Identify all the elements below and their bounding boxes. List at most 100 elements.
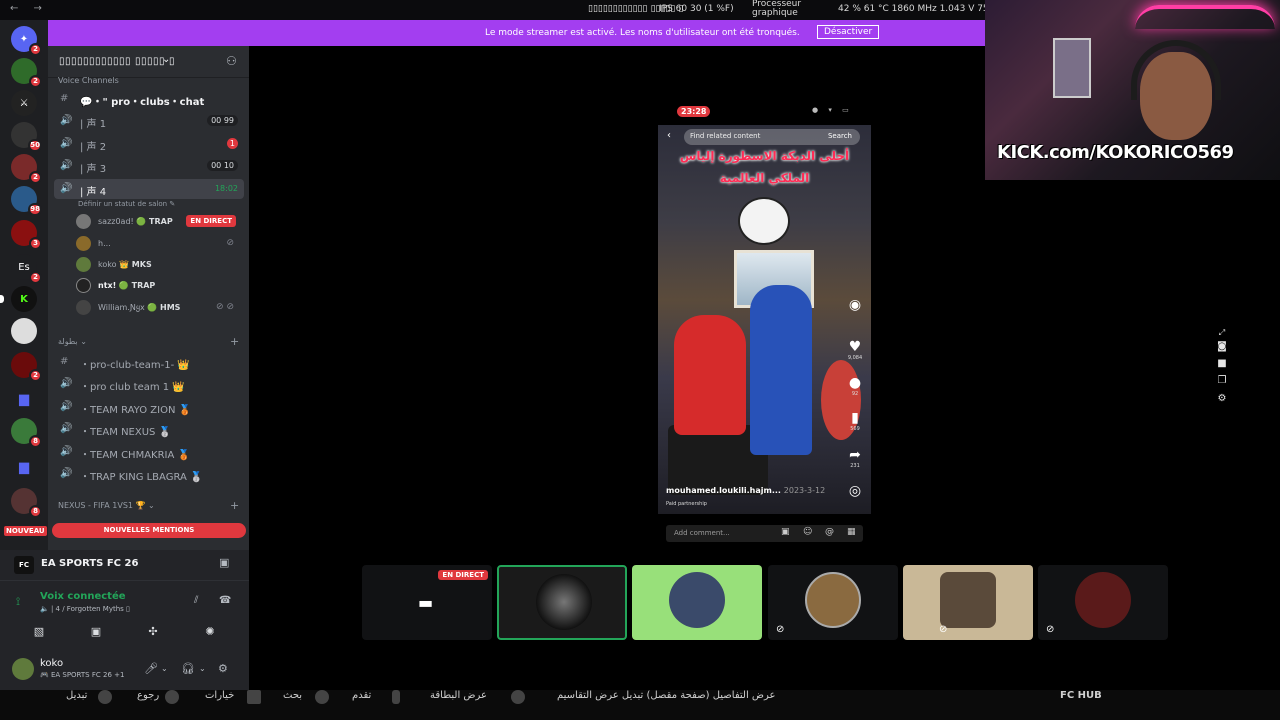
music-disc-icon[interactable]: ◎ <box>845 483 865 499</box>
headset-icon[interactable]: 🎧︎ <box>181 662 195 675</box>
new-mentions-button[interactable]: NOUVELLES MENTIONS <box>52 523 246 538</box>
profile-avatar-button[interactable]: ◉ <box>845 297 865 313</box>
server-icon[interactable]: Es 2 <box>11 254 42 284</box>
selected-indicator <box>0 295 4 303</box>
emoji-icon[interactable]: ☺ <box>803 527 812 537</box>
category-nexus[interactable]: NEXUS - FIFA 1VS1 🏆 ⌄ <box>58 501 155 510</box>
chevron-down-icon[interactable]: ⌄ <box>199 664 206 673</box>
voice-team-nexus[interactable]: 🔊 ・TEAM NEXUS 🥈 <box>54 419 244 439</box>
server-header[interactable]: ▯▯▯▯▯▯▯▯▯▯▯▯ ▯▯▯▯▯ ▯ ⌄ ⚇ <box>48 46 249 78</box>
badge: 2 <box>29 369 42 382</box>
popout-icon[interactable]: ⤢ <box>1214 328 1230 338</box>
avatar <box>76 214 91 229</box>
add-channel-icon[interactable]: + <box>230 499 239 512</box>
participant-tile[interactable]: EN DIRECT ▬ <box>362 565 492 640</box>
screen-share-button[interactable]: ▣ <box>71 621 121 643</box>
category-arabic[interactable]: بطولة ⌄ <box>58 337 87 346</box>
voice-team-chmakria[interactable]: 🔊 ・TEAM CHMAKRIA 🥉 <box>54 442 244 462</box>
fullscreen-icon[interactable]: ❐ <box>1214 375 1230 386</box>
add-member-icon[interactable]: ⚇ <box>226 54 237 68</box>
member-name-text: ntx! <box>98 281 117 290</box>
participant-tile[interactable]: ⊘ <box>768 565 898 640</box>
screenshot-icon[interactable]: ◙ <box>1214 341 1230 352</box>
server-icon[interactable]: 2 <box>11 58 42 88</box>
voice-channel-3[interactable]: 🔊 | 声 3 00 10 <box>54 156 244 176</box>
server-icon[interactable] <box>11 318 37 344</box>
voice-member[interactable]: ntx! 🟢 TRAP <box>74 276 244 296</box>
back-arrow-icon[interactable]: ‹ <box>667 130 671 141</box>
save-button[interactable]: ▮ 569 <box>845 410 865 432</box>
participant-tile[interactable] <box>632 565 762 640</box>
avatar[interactable] <box>12 658 34 680</box>
activity-settings-icon[interactable]: ▣ <box>219 556 229 569</box>
member-name-text: William.Ɲყx <box>98 303 145 312</box>
gear-icon[interactable]: ⚙ <box>218 662 228 675</box>
server-icon[interactable]: 3 <box>11 220 42 250</box>
soundboard-button[interactable]: ✺ <box>185 621 235 643</box>
noise-suppression-icon[interactable]: ⫽ <box>194 595 198 606</box>
server-icon[interactable]: 50 <box>11 122 42 152</box>
wall-poster <box>1053 38 1091 98</box>
camera-off-button[interactable]: ▧ <box>14 621 64 643</box>
set-status-link[interactable]: Définir un statut de salon ✎ <box>78 200 175 208</box>
voice-member[interactable]: William.Ɲყx 🟢 HMS ⊘ ⊘ <box>74 298 244 318</box>
voice-team-rayo-zion[interactable]: 🔊 ・TEAM RAYO ZION 🥉 <box>54 397 244 417</box>
voice-member[interactable]: koko 👑 MKS <box>74 255 244 275</box>
activity-panel[interactable]: FC EA SPORTS FC 26 ▣ <box>0 550 249 580</box>
voice-pro-club-team-1[interactable]: 🔊 ・pro club team 1 👑 <box>54 374 244 394</box>
server-icon[interactable]: 8 <box>11 418 42 448</box>
voice-trap-king-lbagra[interactable]: 🔊 ・TRAP KING LBAGRA 🥈 <box>54 464 244 484</box>
banner-message: Le mode streamer est activé. Les noms d'… <box>485 28 800 38</box>
nav-arrows[interactable]: ← → <box>10 3 48 14</box>
voice-channel-1[interactable]: 🔊 | 声 1 00 99 <box>54 111 244 131</box>
participant-tile-active[interactable] <box>497 565 627 640</box>
channel-label: ・TEAM CHMAKRIA 🥉 <box>80 450 190 461</box>
channel-pro-clubs-chat[interactable]: # 💬・" pro・clubs・chat <box>54 89 244 109</box>
voice-channel-4[interactable]: 🔊 | 声 4 18:02 <box>54 179 244 199</box>
gear-icon[interactable]: ⚙ <box>1214 393 1230 404</box>
category-voice[interactable]: Voice Channels <box>58 76 119 85</box>
microphone-icon[interactable]: 🎤︎ <box>144 662 158 675</box>
add-channel-icon[interactable]: + <box>230 335 239 348</box>
image-icon[interactable]: ▣ <box>781 527 790 537</box>
disable-streamer-button[interactable]: Désactiver <box>817 25 880 39</box>
search-button[interactable]: Search <box>828 132 852 140</box>
kick-channel-text: KICK.com/KOKORICO569 <box>997 142 1234 163</box>
gift-icon[interactable]: ▦ <box>847 527 856 537</box>
like-count: 9,084 <box>847 355 863 361</box>
server-icon[interactable]: 2 <box>11 352 42 382</box>
discord-home-icon[interactable]: ✦ 2 <box>11 26 42 56</box>
like-button[interactable]: ♥ 9,084 <box>845 339 865 361</box>
channel-pro-club-team-1[interactable]: # ・pro-club-team-1- 👑 <box>54 352 244 372</box>
participant-tile[interactable]: ⊘ <box>1038 565 1168 640</box>
server-icon[interactable]: 98 <box>11 186 42 216</box>
server-icon[interactable]: 8 <box>11 488 42 518</box>
participant-tile[interactable]: ⊘ <box>903 565 1033 640</box>
muted-icon: ⊘ <box>776 624 785 635</box>
comment-button[interactable]: ● 92 <box>845 375 865 397</box>
record-icon[interactable]: ■ <box>1214 358 1230 369</box>
video-author[interactable]: mouhamed.loukili.hajm... 2023-3-12 <box>666 486 825 495</box>
server-icon[interactable]: ⚔ <box>11 90 37 116</box>
voice-channel-name[interactable]: 🔈 | 4 / Forgotten Myths ▯ <box>40 605 130 613</box>
kick-icon[interactable]: K <box>0 286 37 312</box>
voice-status[interactable]: Voix connectée <box>40 591 126 602</box>
tiktok-video[interactable]: ‹ Find related content Search أحلى الدبك… <box>658 125 871 514</box>
folder-icon[interactable]: ▆ <box>11 386 37 412</box>
signal-icon[interactable]: ⟟ <box>16 595 20 609</box>
comment-input[interactable]: Add comment... ▣ ☺ @ ▦ <box>666 525 863 542</box>
mention-icon[interactable]: @ <box>825 527 834 537</box>
screen-share-icon: ▬ <box>418 593 434 612</box>
share-button[interactable]: ➦ 231 <box>845 447 865 469</box>
server-icon[interactable]: 2 <box>11 154 42 184</box>
hint-options: خيارات <box>205 690 235 701</box>
voice-channel-2[interactable]: 🔊 | 声 2 1 <box>54 134 244 154</box>
voice-member[interactable]: h... ⊘ <box>74 234 244 254</box>
folder-icon[interactable]: ▆ <box>11 454 37 480</box>
username[interactable]: koko <box>40 658 63 669</box>
search-bar[interactable]: Find related content Search <box>684 129 860 145</box>
disconnect-icon[interactable]: ☎ <box>219 595 231 606</box>
chevron-down-icon[interactable]: ⌄ <box>161 664 168 673</box>
voice-member[interactable]: sazz0ad! 🟢 TRAP EN DIRECT <box>74 212 244 232</box>
activities-button[interactable]: ✣ <box>128 621 178 643</box>
